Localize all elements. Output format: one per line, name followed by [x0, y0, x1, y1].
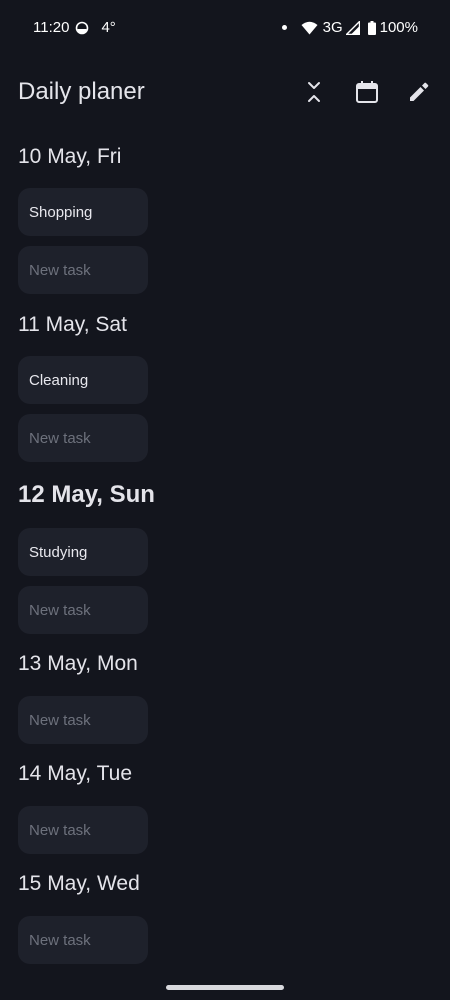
- notification-dot: [281, 25, 287, 30]
- status-time: 11:20: [33, 19, 70, 36]
- day-header: 11 May, Sat: [18, 313, 127, 336]
- day-header: 15 May, Wed: [18, 872, 140, 895]
- task-item[interactable]: Shopping: [18, 188, 148, 236]
- status-right: 3G 100%: [281, 19, 418, 36]
- calendar-button[interactable]: [351, 76, 383, 108]
- status-bar: 11:20 4° 3G 100%: [0, 0, 450, 56]
- new-task-button[interactable]: New task: [18, 696, 148, 744]
- task-item[interactable]: Cleaning: [18, 356, 148, 404]
- new-task-button[interactable]: New task: [18, 806, 148, 854]
- status-temperature: 4°: [101, 19, 116, 36]
- calendar-icon: [356, 81, 378, 103]
- new-task-button[interactable]: New task: [18, 916, 148, 964]
- battery-percent: 100%: [379, 19, 418, 36]
- gesture-bar[interactable]: [166, 985, 284, 990]
- network-type: 3G: [322, 19, 343, 36]
- collapse-button[interactable]: [298, 76, 330, 108]
- day-header: 10 May, Fri: [18, 145, 122, 168]
- signal-icon: [345, 20, 360, 35]
- new-task-button[interactable]: New task: [18, 246, 148, 294]
- status-left: 11:20 4°: [33, 19, 116, 36]
- wifi-icon: [301, 21, 318, 35]
- app-bar: Daily planer: [0, 70, 450, 114]
- battery-icon: [367, 20, 376, 35]
- day-header: 13 May, Mon: [18, 652, 138, 675]
- new-task-button[interactable]: New task: [18, 414, 148, 462]
- edit-button[interactable]: [403, 76, 435, 108]
- task-item[interactable]: Studying: [18, 528, 148, 576]
- day-header: 14 May, Tue: [18, 762, 133, 785]
- new-task-button[interactable]: New task: [18, 586, 148, 634]
- page-title: Daily planer: [18, 78, 145, 105]
- edit-icon: [410, 82, 429, 101]
- weather-icon: [75, 21, 89, 35]
- collapse-icon: [308, 82, 320, 102]
- day-header-today: 12 May, Sun: [18, 481, 155, 508]
